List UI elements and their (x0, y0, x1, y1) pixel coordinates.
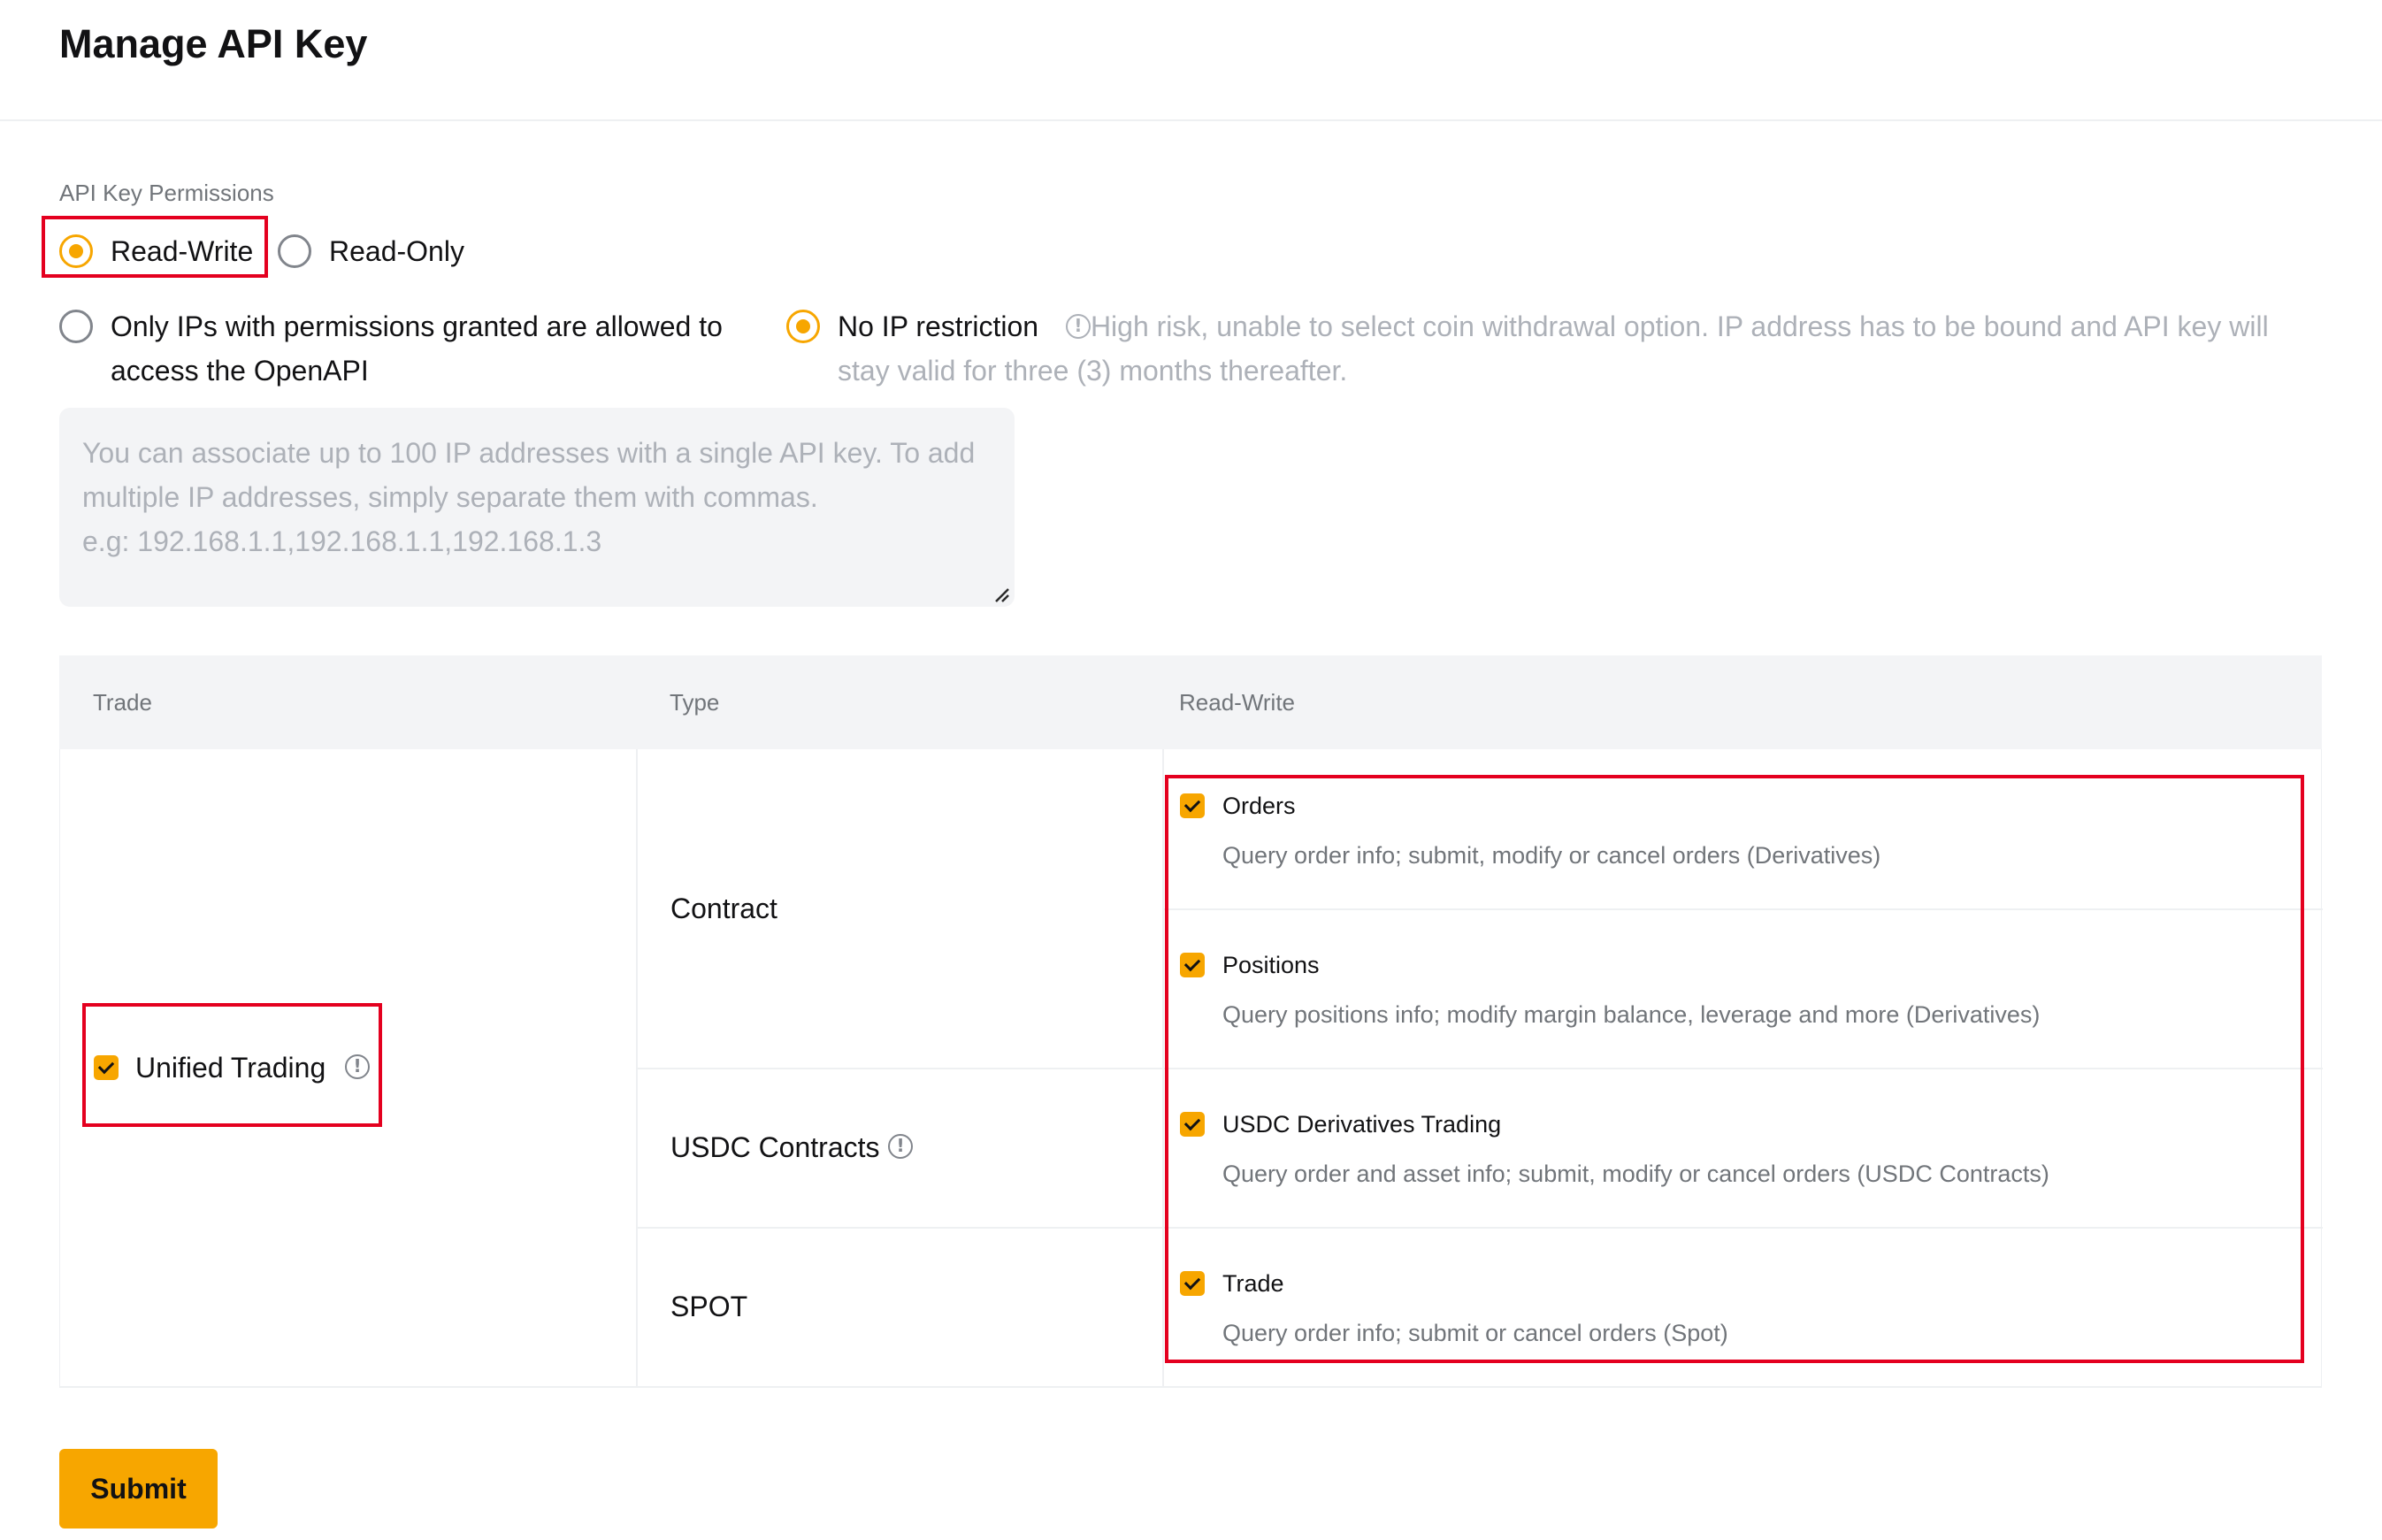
radio-selected-icon (786, 310, 820, 343)
submit-button[interactable]: Submit (59, 1449, 218, 1529)
checkbox-checked-icon[interactable] (1180, 1271, 1205, 1296)
row-divider (637, 1068, 1162, 1069)
row-divider (1164, 1068, 2323, 1069)
no-ip-restriction-text: No IP restriction ! High risk, unable to … (838, 304, 2324, 393)
ip-restricted-label: Only IPs with permissions granted are al… (111, 310, 723, 387)
page-header: Manage API Key (0, 0, 2382, 121)
radio-no-ip-restriction[interactable] (786, 310, 820, 343)
checkbox-checked-icon[interactable] (1180, 953, 1205, 977)
permission-trade-title: Trade (1222, 1270, 1284, 1297)
permission-usdc-derivatives-title: USDC Derivatives Trading (1222, 1111, 1502, 1138)
type-usdc-contracts-label: USDC Contracts (670, 1131, 880, 1163)
no-ip-restriction-warning: High risk, unable to select coin withdra… (838, 310, 2269, 387)
info-icon[interactable]: ! (1065, 313, 1091, 339)
checkbox-checked-icon[interactable] (1180, 1112, 1205, 1137)
type-contract-label: Contract (670, 893, 777, 924)
permissions-table: Trade Type Read-Write Unified Trading ! … (59, 655, 2323, 1388)
checkbox-checked-icon[interactable] (94, 1055, 119, 1080)
permission-positions-desc: Query positions info; modify margin bala… (1222, 1001, 2041, 1028)
row-divider (1164, 908, 2323, 910)
radio-read-only-label: Read-Only (329, 235, 464, 267)
table-body: Unified Trading ! Contract USDC Contract… (59, 749, 2323, 1388)
column-header-type: Type (670, 689, 720, 716)
radio-selected-icon (59, 234, 93, 268)
column-header-read-write: Read-Write (1179, 689, 1296, 716)
type-spot-label: SPOT (670, 1291, 748, 1322)
row-divider (1164, 1227, 2323, 1229)
column-header-trade: Trade (93, 689, 152, 716)
permission-orders-desc: Query order info; submit, modify or canc… (1222, 842, 1881, 869)
radio-ip-restricted[interactable] (59, 310, 93, 343)
checkbox-checked-icon[interactable] (1180, 793, 1205, 818)
info-icon[interactable]: ! (888, 1134, 913, 1159)
permission-positions-title: Positions (1222, 952, 1320, 978)
permission-trade-desc: Query order info; submit or cancel order… (1222, 1320, 1728, 1346)
resize-grip-icon[interactable] (991, 584, 1010, 603)
radio-read-only[interactable]: Read-Only (278, 230, 464, 272)
ip-addresses-input[interactable] (59, 408, 1015, 607)
page-title: Manage API Key (59, 21, 368, 66)
radio-read-write[interactable]: Read-Write (59, 230, 253, 272)
api-key-permissions-label: API Key Permissions (59, 180, 274, 206)
no-ip-restriction-label: No IP restriction (838, 310, 1039, 342)
table-header: Trade Type Read-Write (59, 655, 2322, 749)
info-icon[interactable]: ! (345, 1054, 370, 1079)
radio-unselected-icon (59, 310, 93, 343)
radio-unselected-icon (278, 234, 311, 268)
permission-orders-title: Orders (1222, 793, 1296, 819)
row-divider (637, 1227, 1162, 1229)
radio-read-write-label: Read-Write (111, 235, 254, 267)
trade-unified-trading-label: Unified Trading (135, 1052, 326, 1084)
permission-usdc-derivatives-desc: Query order and asset info; submit, modi… (1222, 1161, 2049, 1187)
